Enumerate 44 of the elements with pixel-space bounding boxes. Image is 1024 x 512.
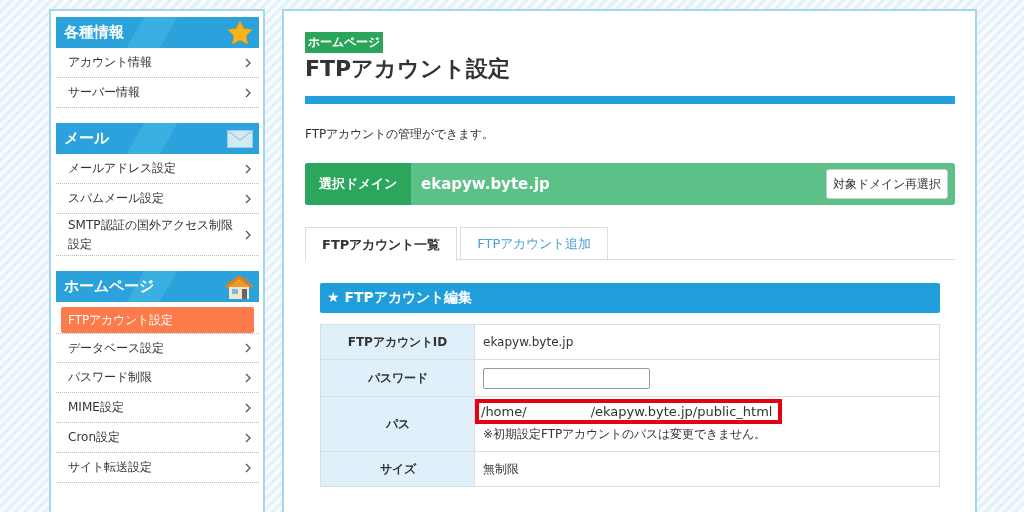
field-value: ekapyw.byte.jp [483,335,574,349]
sidebar-item[interactable]: データベース設定 [56,333,259,364]
field-label: パスワード [367,370,428,385]
envelope-icon [227,129,253,148]
tab[interactable]: FTPアカウント一覧 [305,227,458,261]
chevron-right-icon [245,432,251,443]
field-label: FTPアカウントID [347,334,448,349]
sidebar-item[interactable]: アカウント情報 [56,48,259,78]
chevron-right-icon [245,372,251,383]
chevron-right-icon [245,193,251,204]
password-field[interactable] [483,367,650,389]
panel-title: ★ FTPアカウント編集 [327,289,472,307]
domain-label: 選択ドメイン [305,163,411,205]
field-label: サイズ [379,461,416,476]
star-icon [227,20,253,45]
field-label: パス [385,416,410,431]
sidebar-item[interactable]: スパムメール設定 [56,184,259,214]
chevron-right-icon [245,57,251,68]
section-title: ホームページ [64,277,154,297]
path-text: /home/ [481,404,527,419]
field-value: 無制限 [483,461,519,476]
sidebar-item[interactable]: パスワード制限 [56,363,259,394]
chevron-right-icon [245,402,251,413]
path-text: /ekapyw.byte.jp/public_html [590,404,773,419]
chevron-right-icon [245,343,251,354]
section-title: メール [64,129,109,148]
sidebar-item[interactable]: サーバー情報 [56,78,259,108]
page-title: FTPアカウント設定 [305,55,512,83]
category-badge: ホームページ [305,32,383,53]
sidebar-item[interactable]: Cron設定 [56,423,259,454]
domain-name: ekapyw.byte.jp [421,175,551,193]
house-icon [225,274,253,299]
chevron-right-icon [245,163,251,174]
sidebar-item[interactable]: MIME設定 [56,393,259,424]
reselect-domain-button[interactable]: 対象ドメイン再選択 [826,169,948,199]
chevron-right-icon [245,87,251,98]
sidebar-item[interactable]: メールアドレス設定 [56,154,259,184]
chevron-right-icon [245,462,251,473]
sidebar-item[interactable]: サイト転送設定 [56,453,259,484]
page-description: FTPアカウントの管理ができます。 [305,126,496,143]
path-note: ※初期設定FTPアカウントのパスは変更できません。 [483,426,768,443]
chevron-right-icon [245,229,251,240]
section-title: 各種情報 [64,23,124,42]
sidebar-item[interactable]: SMTP認証の国外アクセス制限設定 [56,214,259,257]
